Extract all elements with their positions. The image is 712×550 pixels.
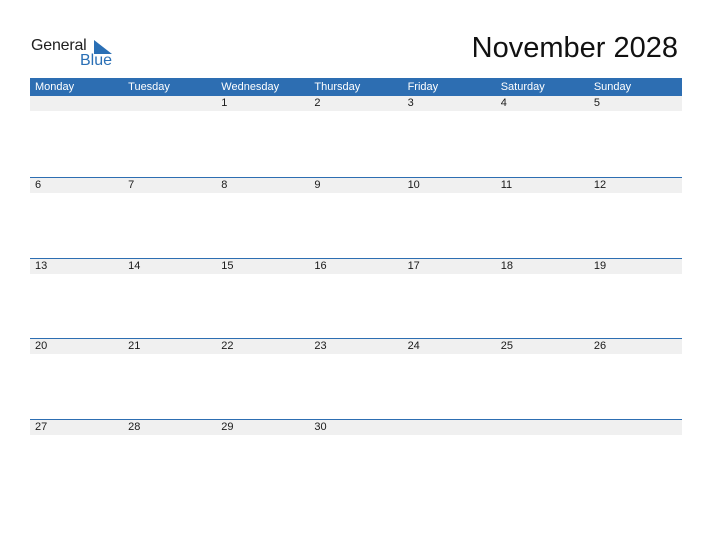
week-row: 20 21 22 23 24 25 26 bbox=[30, 338, 682, 419]
day-cell: 29 bbox=[221, 420, 234, 433]
logo: General Blue bbox=[31, 36, 121, 72]
day-cell bbox=[30, 96, 123, 111]
day-cell: 28 bbox=[128, 420, 141, 433]
day-cell: 5 bbox=[593, 97, 600, 109]
week-row: 27 28 29 30 bbox=[30, 418, 682, 500]
day-cell: 12 bbox=[593, 179, 607, 191]
day-cell bbox=[123, 96, 216, 111]
day-cell: 20 bbox=[35, 340, 48, 352]
day-number-strip: 27 28 29 30 bbox=[30, 419, 682, 435]
month-title: November 2028 bbox=[471, 32, 678, 64]
weekday-label: Saturday bbox=[500, 81, 545, 93]
day-number-strip: 13 14 15 16 17 18 19 bbox=[30, 258, 682, 274]
weekday-label: Friday bbox=[407, 81, 439, 93]
day-cell: 3 bbox=[407, 97, 414, 109]
day-cell: 16 bbox=[314, 259, 327, 272]
day-cell bbox=[496, 420, 589, 435]
week-row: 6 7 8 9 10 11 12 bbox=[30, 177, 682, 258]
week-row: 1 2 3 4 5 bbox=[30, 96, 682, 177]
day-cell: 9 bbox=[314, 179, 321, 191]
day-cell: 7 bbox=[128, 179, 135, 191]
day-cell: 26 bbox=[593, 340, 607, 352]
day-cell: 19 bbox=[593, 259, 607, 272]
day-cell: 2 bbox=[314, 97, 321, 109]
day-cell: 15 bbox=[221, 259, 234, 272]
logo-text-general: General bbox=[31, 37, 87, 54]
weekday-label: Sunday bbox=[593, 81, 632, 93]
day-cell: 25 bbox=[500, 340, 513, 352]
day-cell: 6 bbox=[35, 179, 42, 191]
day-cell: 30 bbox=[314, 420, 327, 433]
day-cell: 4 bbox=[500, 97, 507, 109]
day-cell: 10 bbox=[407, 179, 420, 191]
weekday-label: Wednesday bbox=[221, 81, 280, 93]
weekday-label: Tuesday bbox=[128, 81, 170, 93]
weekday-label: Thursday bbox=[314, 81, 361, 93]
day-cell bbox=[403, 420, 496, 435]
weekday-label: Monday bbox=[35, 81, 75, 93]
day-cell: 23 bbox=[314, 340, 327, 352]
logo-text-blue: Blue bbox=[80, 52, 113, 69]
day-number-strip: 1 2 3 4 5 bbox=[30, 96, 682, 111]
weekday-header: Monday Tuesday Wednesday Thursday Friday… bbox=[30, 78, 682, 96]
day-cell: 24 bbox=[407, 340, 420, 352]
day-cell: 18 bbox=[500, 259, 513, 272]
day-cell: 22 bbox=[221, 340, 234, 352]
day-cell: 11 bbox=[500, 179, 513, 191]
day-cell: 17 bbox=[407, 259, 420, 272]
day-cell: 27 bbox=[35, 420, 48, 433]
day-cell: 8 bbox=[221, 179, 228, 191]
day-number-strip: 6 7 8 9 10 11 12 bbox=[30, 178, 682, 193]
day-cell: 13 bbox=[35, 259, 48, 272]
week-row: 13 14 15 16 17 18 19 bbox=[30, 257, 682, 339]
day-cell: 21 bbox=[128, 340, 141, 352]
day-cell bbox=[589, 420, 682, 435]
day-cell: 14 bbox=[128, 259, 141, 272]
day-number-strip: 20 21 22 23 24 25 26 bbox=[30, 339, 682, 354]
calendar-grid: Monday Tuesday Wednesday Thursday Friday… bbox=[30, 78, 682, 499]
day-cell: 1 bbox=[221, 97, 228, 109]
